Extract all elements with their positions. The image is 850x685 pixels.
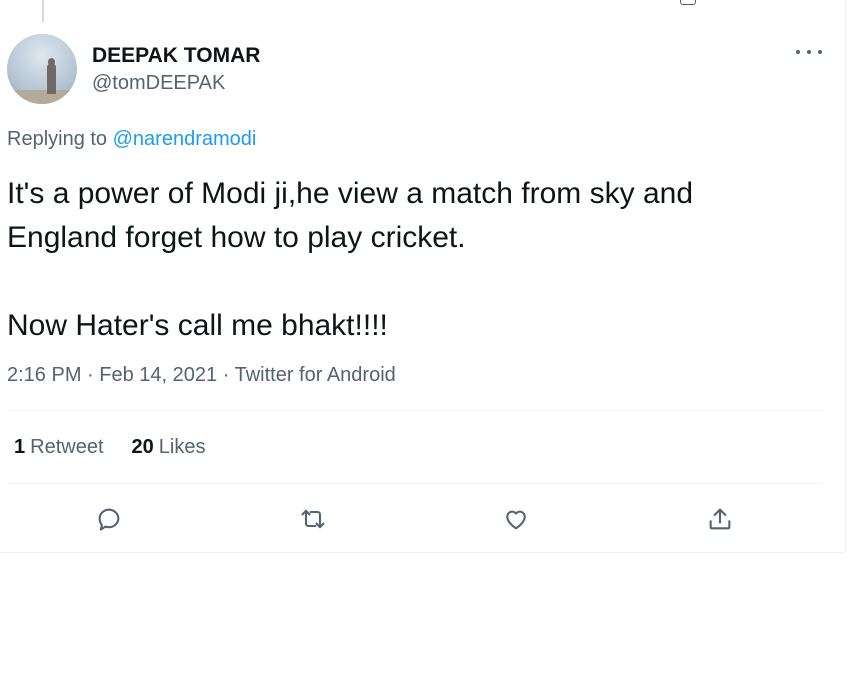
engagement-stats: 1 Retweet 20 Likes: [14, 436, 205, 459]
tweet-time[interactable]: 2:16 PM: [7, 364, 81, 386]
divider: [7, 483, 822, 484]
share-icon: [709, 508, 731, 530]
tweet-date[interactable]: Feb 14, 2021: [99, 364, 217, 386]
meta-separator: ·: [87, 364, 94, 386]
replying-to-line: Replying to @narendramodi: [7, 128, 256, 151]
more-options-icon[interactable]: [796, 42, 822, 62]
timeline-right-border: [845, 0, 850, 552]
tweet-detail: DEEPAK TOMAR @tomDEEPAK Replying to @nar…: [0, 0, 844, 553]
avatar[interactable]: [7, 34, 77, 104]
retweet-icon: [301, 509, 325, 529]
tweet-metadata: 2:16 PM · Feb 14, 2021 · Twitter for And…: [7, 364, 396, 387]
tweet-text: It's a power of Modi ji,he view a match …: [7, 177, 694, 342]
retweet-button[interactable]: [296, 502, 330, 536]
meta-separator: ·: [222, 364, 230, 386]
retweets-label: Retweet: [30, 436, 104, 458]
reply-icon: [98, 508, 120, 531]
like-icon: [506, 510, 526, 530]
divider: [7, 410, 822, 411]
likes-count: 20: [131, 436, 154, 458]
tweet-source[interactable]: Twitter for Android: [235, 364, 396, 386]
likes-stat[interactable]: 20 Likes: [132, 436, 206, 459]
likes-label: Likes: [158, 436, 206, 458]
author-handle[interactable]: @tomDEEPAK: [92, 72, 225, 95]
reply-button[interactable]: [92, 502, 126, 536]
tweet-action-bar: [0, 500, 844, 540]
retweets-stat[interactable]: 1 Retweet: [14, 436, 104, 459]
avatar-statue: [47, 64, 56, 94]
retweets-count: 1: [14, 436, 26, 458]
like-button[interactable]: [499, 502, 533, 536]
replying-to-label: Replying to: [7, 128, 108, 150]
avatar-ground: [7, 90, 77, 104]
replying-to-link[interactable]: @narendramodi: [113, 128, 257, 150]
author-display-name[interactable]: DEEPAK TOMAR: [92, 44, 260, 68]
share-button[interactable]: [703, 502, 737, 536]
